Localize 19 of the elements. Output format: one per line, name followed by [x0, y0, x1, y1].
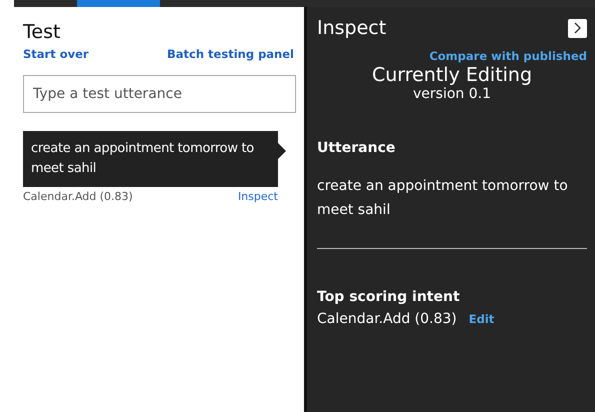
utterance-bubble[interactable]: create an appointment tomorrow to meet sahil — [23, 131, 278, 187]
panel-title: Inspect — [317, 17, 386, 39]
panel-title: Test — [23, 21, 62, 43]
version-label: version 0.1 — [413, 86, 491, 102]
utterance-input[interactable]: Type a test utterance — [23, 75, 296, 113]
compare-link[interactable]: Compare with published — [429, 49, 587, 63]
pointer-icon — [278, 143, 286, 159]
start-over-link[interactable]: Start over — [23, 47, 89, 61]
utterance-text: create an appointment tomorrow to meet sahil — [317, 177, 569, 220]
section-label: Utterance — [317, 140, 396, 156]
chevron-right-icon — [574, 22, 582, 34]
section-label: Top scoring intent — [317, 289, 461, 305]
editing-heading: Currently Editing — [372, 64, 532, 86]
intent-score: Calendar.Add (0.83) — [23, 190, 133, 203]
batch-testing-link[interactable]: Batch testing panel — [167, 47, 294, 61]
collapse-button[interactable] — [568, 18, 587, 38]
intent-score: Calendar.Add (0.83) — [317, 311, 457, 327]
inspect-link[interactable]: Inspect — [238, 190, 278, 203]
edit-link[interactable]: Edit — [468, 312, 494, 326]
